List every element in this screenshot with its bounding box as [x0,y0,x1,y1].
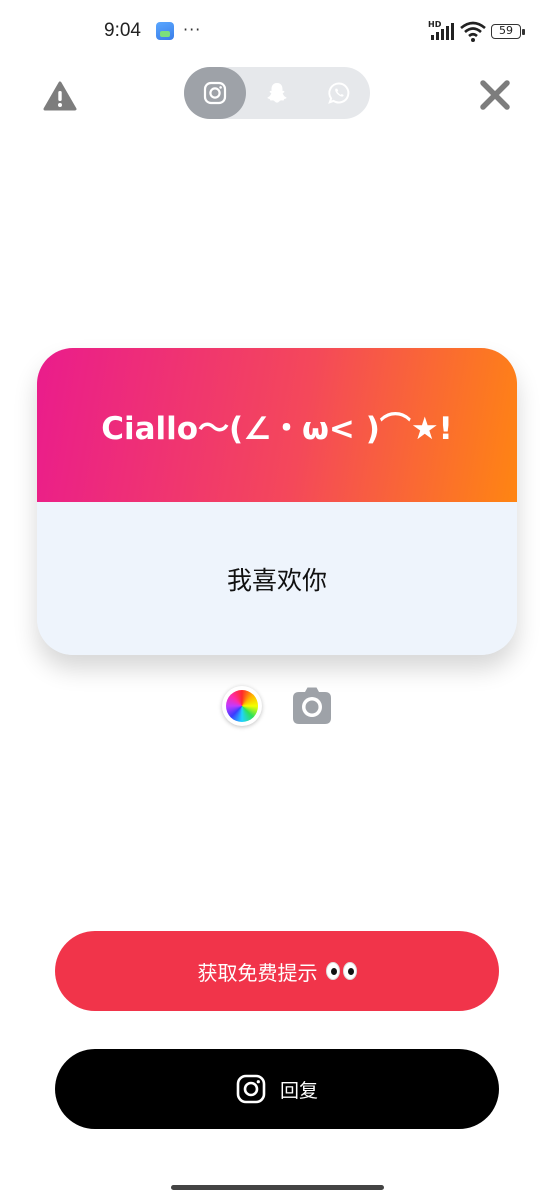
card-message: 我喜欢你 [226,565,327,595]
platform-switcher [184,67,370,119]
reply-button[interactable]: 回复 [55,1049,499,1129]
tab-snapchat[interactable] [246,67,308,119]
hint-button-label: 获取免费提示 [197,960,318,985]
home-indicator[interactable] [171,1185,384,1190]
report-warning-button[interactable] [43,80,77,112]
cellular-signal-icon [431,23,454,40]
screen: 9:04 ··· HD 59 Ciallo～(∠・ω<)⌒★! 我喜欢你 获取… [0,0,554,1200]
card-title: Ciallo～(∠・ω< )⌒★! [101,410,453,447]
status-bar: 9:04 ··· HD 59 [0,0,554,64]
whatsapp-icon [328,82,350,104]
card-header: Ciallo～(∠・ω< )⌒★! [37,348,517,502]
close-x-icon [480,80,510,110]
gallery-app-icon [156,22,174,40]
eyes-emoji-icon [325,962,357,980]
instagram-icon [236,1074,266,1104]
snapchat-ghost-icon [267,83,287,103]
warning-triangle-icon [43,81,77,111]
color-picker-button[interactable] [222,686,262,726]
get-free-hint-button[interactable]: 获取免费提示 [55,931,499,1011]
color-wheel-icon [226,690,258,722]
instagram-icon [203,81,227,105]
status-more-indicator: ··· [183,20,202,39]
wifi-icon [460,21,486,42]
tab-instagram[interactable] [184,67,246,119]
close-button[interactable] [476,76,514,114]
tab-whatsapp[interactable] [308,67,370,119]
camera-button[interactable] [291,684,333,726]
status-time: 9:04 [104,20,141,41]
message-card: Ciallo～(∠・ω< )⌒★! 我喜欢你 [37,348,517,655]
battery-indicator: 59 [491,24,525,39]
camera-icon [293,687,331,724]
card-body: 我喜欢你 [37,502,517,655]
reply-button-label: 回复 [279,1079,318,1102]
